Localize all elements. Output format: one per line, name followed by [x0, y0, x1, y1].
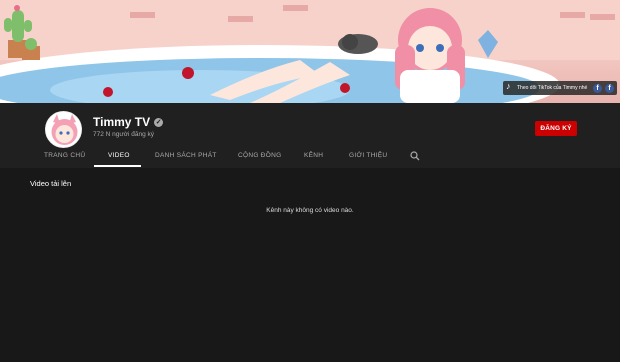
avatar-illustration	[46, 112, 81, 147]
channel-tabs: TRANG CHỦ VIDEO DANH SÁCH PHÁT CỘNG ĐỒNG…	[0, 148, 620, 168]
tab-playlists[interactable]: DANH SÁCH PHÁT	[155, 152, 217, 159]
tab-home[interactable]: TRANG CHỦ	[44, 152, 85, 159]
channel-banner: Theo dõi TikTok của Timmy nhé f f	[0, 0, 620, 103]
banner-social-links: Theo dõi TikTok của Timmy nhé f f	[503, 81, 617, 95]
tab-videos[interactable]: VIDEO	[108, 152, 130, 159]
tab-about[interactable]: GIỚI THIỆU	[349, 152, 387, 159]
search-icon[interactable]	[410, 151, 420, 161]
active-tab-indicator	[94, 165, 141, 167]
tiktok-icon	[506, 81, 514, 92]
channel-name-text: Timmy TV	[93, 115, 151, 129]
channel-name: Timmy TV	[93, 115, 164, 129]
facebook-icon[interactable]: f	[593, 83, 602, 93]
uploads-section-title: Video tải lên	[30, 179, 72, 188]
facebook-icon-2[interactable]: f	[605, 83, 614, 93]
channel-avatar[interactable]	[45, 111, 82, 148]
tab-channels[interactable]: KÊNH	[304, 152, 323, 159]
videos-content: Video tải lên Kênh này không có video nà…	[0, 168, 620, 362]
youtube-channel-page: Theo dõi TikTok của Timmy nhé f f Timmy …	[0, 0, 620, 362]
banner-social-text: Theo dõi TikTok của Timmy nhé	[517, 85, 588, 91]
subscribe-button[interactable]: ĐĂNG KÝ	[535, 121, 577, 136]
verified-icon	[154, 117, 164, 127]
subscriber-count: 772 N người đăng ký	[93, 131, 155, 138]
empty-state-message: Kênh này không có video nào.	[266, 207, 354, 214]
tab-community[interactable]: CỘNG ĐỒNG	[238, 152, 282, 159]
